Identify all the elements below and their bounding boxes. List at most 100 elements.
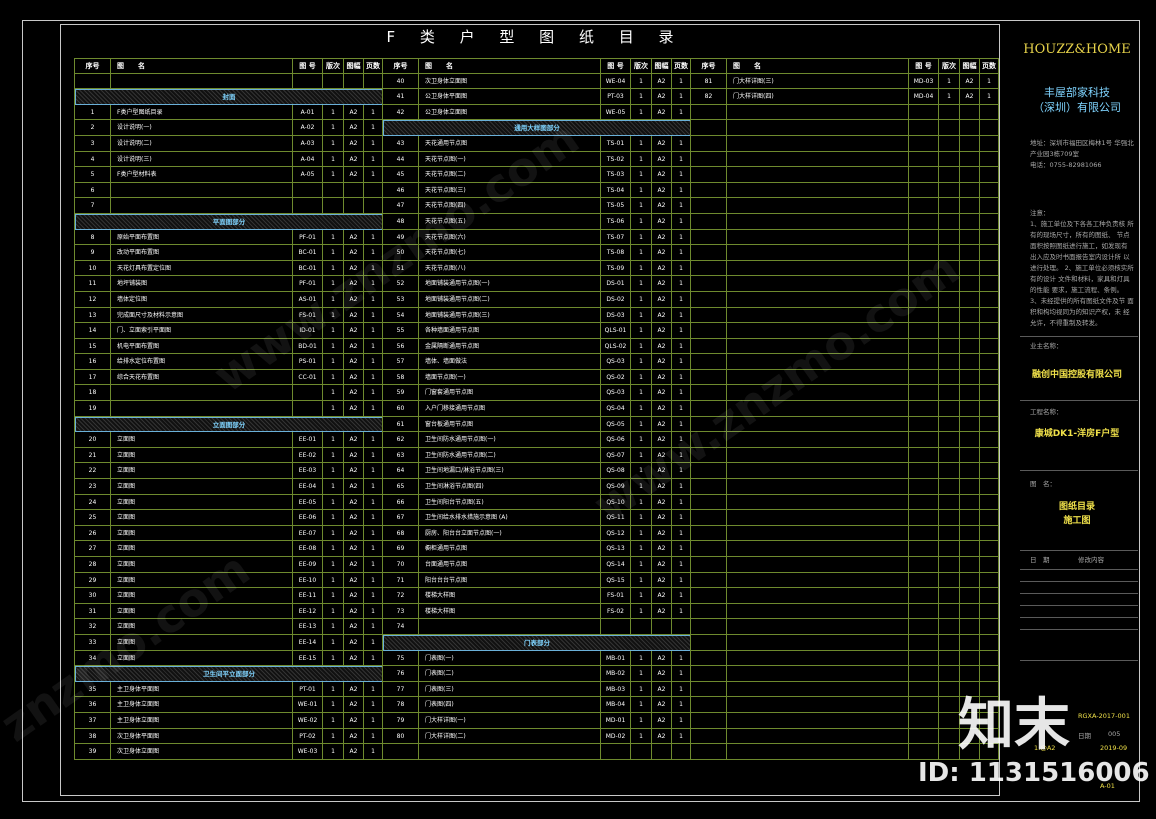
cell-ver: 1 (323, 104, 344, 120)
cell-pages: 1 (364, 120, 383, 135)
company-name-2: （深圳）有限公司 (1033, 101, 1121, 114)
cell-size (960, 182, 980, 198)
cell-name (111, 182, 293, 198)
cell-pages (980, 323, 999, 338)
cell-pages (980, 369, 999, 385)
cell-size: A2 (344, 369, 364, 385)
cell-code: QLS-02 (601, 338, 631, 354)
cell-code: QS-15 (601, 572, 631, 588)
phone-text: 电话：0755-82981066 (1030, 161, 1102, 169)
cell-code: QS-02 (601, 369, 631, 385)
cell-no (691, 479, 727, 494)
header-ver: 版次 (631, 59, 652, 73)
cell-name (727, 619, 909, 634)
cell-ver: 1 (939, 89, 960, 104)
cell-pages: 1 (672, 494, 691, 510)
cell-pages: 1 (364, 385, 383, 401)
cell-pages (980, 213, 999, 229)
cell-name (727, 728, 909, 744)
cell-no: 61 (383, 416, 419, 432)
cell-code (293, 182, 323, 198)
cell-no (691, 354, 727, 369)
cell-ver: 1 (323, 369, 344, 385)
table-row (383, 744, 691, 760)
cell-code (909, 198, 939, 213)
cell-code (909, 104, 939, 120)
cell-pages (980, 338, 999, 354)
cell-no: 70 (383, 557, 419, 572)
cell-no (691, 260, 727, 276)
cell-size (960, 666, 980, 681)
cell-ver (939, 120, 960, 135)
table-row (691, 104, 999, 121)
cell-code (909, 213, 939, 229)
cell-ver (631, 619, 652, 634)
cell-pages: 1 (672, 369, 691, 385)
cell-size: A2 (344, 744, 364, 759)
cell-pages: 1 (672, 167, 691, 182)
cell-size (960, 588, 980, 603)
cell-code: PT-03 (601, 89, 631, 104)
cell-pages (980, 151, 999, 167)
cell-name (727, 120, 909, 135)
cell-no: 38 (75, 728, 111, 744)
cell-code: CC-01 (293, 369, 323, 385)
cell-pages (980, 541, 999, 556)
table-row: 71 阳台台台节点图 QS-15 1 A2 1 (383, 572, 691, 589)
cell-pages: 1 (672, 151, 691, 167)
cell-no: 75 (383, 650, 419, 666)
cell-pages: 1 (364, 401, 383, 416)
table-row: 36 主卫身体立面图 WE-01 1 A2 1 (75, 697, 383, 713)
cell-size: A2 (652, 73, 672, 89)
cell-ver (323, 73, 344, 89)
table-row: 60 入户门移接通用节点图 QS-04 1 A2 1 (383, 401, 691, 417)
cell-no (691, 666, 727, 681)
cell-code: BC-01 (293, 260, 323, 276)
cell-ver (939, 572, 960, 588)
cell-size: A2 (344, 557, 364, 572)
table-row (691, 213, 999, 230)
cell-size: A2 (652, 525, 672, 541)
cell-ver (939, 307, 960, 323)
table-row: 4 设计说明(三) A-04 1 A2 1 (75, 151, 383, 168)
cell-name: 立面图 (111, 541, 293, 556)
table-row: 52 地面铺装通用节点图(一) DS-01 1 A2 1 (383, 276, 691, 292)
cell-pages (672, 744, 691, 759)
cell-pages (364, 198, 383, 213)
cell-pages: 1 (364, 697, 383, 712)
cell-no (691, 198, 727, 213)
cell-pages: 1 (672, 697, 691, 712)
cell-name (727, 681, 909, 697)
cell-ver: 1 (939, 73, 960, 89)
cell-no: 1 (75, 104, 111, 120)
cell-no: 81 (691, 73, 727, 89)
cell-code: WE-05 (601, 104, 631, 120)
date-code: 005 (1108, 730, 1121, 738)
cell-ver: 1 (631, 198, 652, 213)
cell-size (652, 744, 672, 759)
cell-ver (939, 401, 960, 416)
cell-pages (980, 603, 999, 619)
cell-name: 入户门移接通用节点图 (419, 401, 601, 416)
table-row (691, 525, 999, 542)
header-size: 图幅 (652, 59, 672, 73)
cell-ver: 1 (323, 151, 344, 167)
cell-code: FS-01 (601, 588, 631, 603)
cell-pages (672, 619, 691, 634)
cell-ver: 1 (323, 697, 344, 712)
cell-name (111, 198, 293, 213)
cell-no (691, 619, 727, 634)
cell-code: EE-01 (293, 432, 323, 447)
cell-code (909, 401, 939, 416)
cell-no: 74 (383, 619, 419, 634)
cell-size: A2 (344, 447, 364, 463)
cell-ver (939, 354, 960, 369)
cell-ver (939, 525, 960, 541)
cell-ver: 1 (631, 712, 652, 728)
cell-ver: 1 (323, 463, 344, 479)
cell-code (601, 744, 631, 759)
cell-code: MD-03 (909, 73, 939, 89)
cell-size (960, 603, 980, 619)
cell-ver: 1 (631, 73, 652, 89)
cell-pages: 1 (672, 557, 691, 572)
